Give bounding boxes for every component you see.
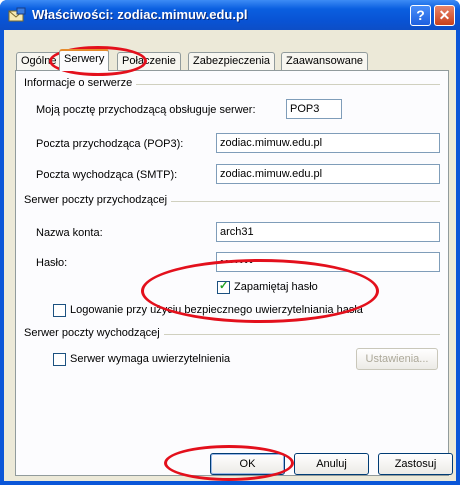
checkmark-icon: ✓ xyxy=(219,280,229,292)
help-button[interactable]: ? xyxy=(410,5,431,26)
dialog-client-area: Ogólne Serwery Połączenie Zabezpieczenia… xyxy=(4,30,456,481)
account-name-label: Nazwa konta: xyxy=(36,227,103,239)
apply-button[interactable]: Zastosuj xyxy=(378,453,453,475)
tab-general[interactable]: Ogólne xyxy=(16,52,62,70)
incoming-server-group-label: Serwer poczty przychodzącej xyxy=(24,194,172,206)
tab-security[interactable]: Zabezpieczenia xyxy=(188,52,276,70)
properties-window: Właściwości: zodiac.mimuw.edu.pl ? ✕ Ogó… xyxy=(0,0,460,485)
incoming-type-label: Moją pocztę przychodzącą obsługuje serwe… xyxy=(36,104,256,116)
incoming-server-field[interactable]: zodiac.mimuw.edu.pl xyxy=(216,133,440,153)
title-bar[interactable]: Właściwości: zodiac.mimuw.edu.pl ? ✕ xyxy=(0,0,460,30)
password-label: Hasło: xyxy=(36,257,68,269)
spa-label: Logowanie przy użyciu bezpiecznego uwier… xyxy=(70,304,363,316)
smtp-auth-label: Serwer wymaga uwierzytelnienia xyxy=(70,353,231,365)
settings-button[interactable]: Ustawienia... xyxy=(356,348,438,370)
outgoing-server-label: Poczta wychodząca (SMTP): xyxy=(36,169,178,181)
incoming-server-label: Poczta przychodząca (POP3): xyxy=(36,138,184,150)
remember-password-label: Zapamiętaj hasło xyxy=(234,281,318,293)
smtp-auth-checkbox[interactable] xyxy=(53,353,66,366)
outgoing-server-field[interactable]: zodiac.mimuw.edu.pl xyxy=(216,164,440,184)
tab-advanced[interactable]: Zaawansowane xyxy=(281,52,369,70)
password-field[interactable]: ••••••• xyxy=(216,252,440,272)
account-name-field[interactable]: arch31 xyxy=(216,222,440,242)
outgoing-server-group-label: Serwer poczty wychodzącej xyxy=(24,327,164,339)
incoming-type-field[interactable]: POP3 xyxy=(286,99,342,119)
close-button[interactable]: ✕ xyxy=(434,5,455,26)
servers-tab-panel: Informacje o serwerze Moją pocztę przych… xyxy=(15,70,449,476)
cancel-button[interactable]: Anuluj xyxy=(294,453,369,475)
ok-button[interactable]: OK xyxy=(210,453,285,475)
tab-servers[interactable]: Serwery xyxy=(59,49,110,71)
mail-account-icon xyxy=(8,7,26,22)
remember-password-checkbox[interactable]: ✓ xyxy=(217,280,230,294)
window-title: Właściwości: zodiac.mimuw.edu.pl xyxy=(32,7,248,22)
spa-checkbox[interactable] xyxy=(53,304,66,317)
tab-connection[interactable]: Połączenie xyxy=(117,52,181,70)
server-info-group-label: Informacje o serwerze xyxy=(24,77,137,89)
